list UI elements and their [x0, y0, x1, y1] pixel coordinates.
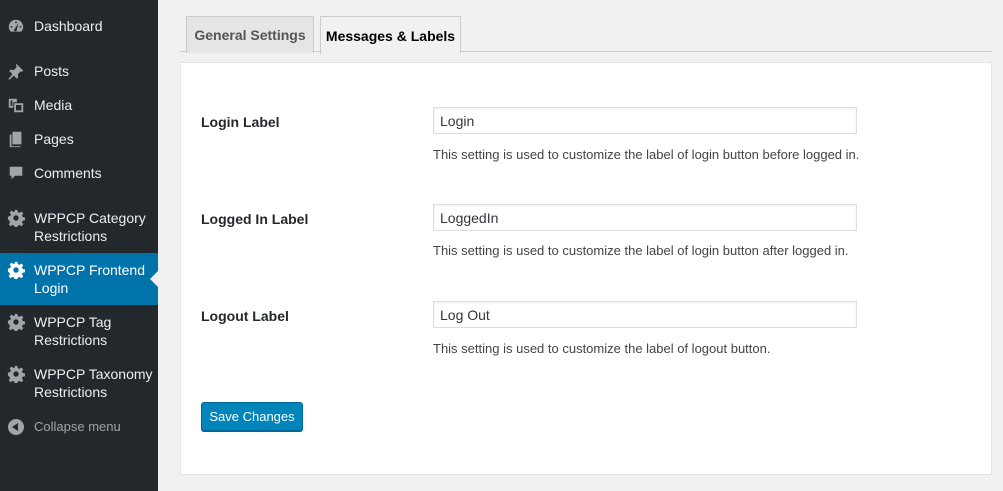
- save-changes-button[interactable]: Save Changes: [201, 402, 303, 431]
- dashboard-icon: [7, 17, 25, 35]
- sidebar-item-label: WPPCP Frontend Login: [34, 262, 146, 296]
- sidebar-item-label: WPPCP Tag Restrictions: [34, 314, 112, 348]
- media-icon: [7, 96, 25, 114]
- collapse-menu-label: Collapse menu: [34, 419, 121, 434]
- settings-tabs: General Settings Messages & Labels: [180, 14, 992, 54]
- collapse-menu-button[interactable]: Collapse menu: [0, 418, 158, 436]
- tab-messages-labels[interactable]: Messages & Labels: [320, 16, 461, 54]
- collapse-icon: [7, 418, 25, 436]
- gear-icon: [7, 209, 25, 227]
- sidebar-item-dashboard[interactable]: Dashboard: [0, 17, 158, 35]
- sidebar-item-label: Dashboard: [34, 18, 103, 34]
- tab-general-settings[interactable]: General Settings: [186, 16, 314, 53]
- sidebar-item-frontend-login[interactable]: WPPCP Frontend Login: [0, 253, 158, 305]
- logout-label-description: This setting is used to customize the la…: [433, 341, 771, 356]
- sidebar-item-pages[interactable]: Pages: [0, 130, 158, 148]
- sidebar-item-taxonomy-restrictions[interactable]: WPPCP Taxonomy Restrictions: [0, 365, 158, 401]
- sidebar-item-label: Posts: [34, 63, 70, 79]
- sidebar-item-label: Comments: [34, 165, 102, 181]
- logged-in-label-heading: Logged In Label: [201, 211, 309, 227]
- login-label-description: This setting is used to customize the la…: [433, 147, 860, 162]
- sidebar-item-label: WPPCP Taxonomy Restrictions: [34, 366, 153, 400]
- sidebar-item-category-restrictions[interactable]: WPPCP Category Restrictions: [0, 209, 158, 245]
- gear-icon: [7, 313, 25, 331]
- sidebar-item-posts[interactable]: Posts: [0, 62, 158, 80]
- sidebar-item-tag-restrictions[interactable]: WPPCP Tag Restrictions: [0, 313, 158, 349]
- gear-icon: [7, 365, 25, 383]
- settings-panel: Login Label This setting is used to cust…: [180, 62, 992, 475]
- login-label-input[interactable]: [433, 107, 857, 134]
- logout-label-heading: Logout Label: [201, 308, 289, 324]
- login-label-heading: Login Label: [201, 114, 280, 130]
- gear-icon: [7, 261, 25, 279]
- pin-icon: [7, 62, 25, 80]
- logout-label-input[interactable]: [433, 301, 857, 328]
- sidebar-item-label: Pages: [34, 131, 74, 147]
- comment-icon: [7, 164, 25, 182]
- admin-sidebar: Dashboard Posts Media Pages Comments WPP…: [0, 0, 158, 491]
- logged-in-label-input[interactable]: [433, 204, 857, 231]
- sidebar-item-media[interactable]: Media: [0, 96, 158, 114]
- sidebar-item-label: Media: [34, 97, 73, 113]
- logged-in-label-description: This setting is used to customize the la…: [433, 243, 849, 258]
- pages-icon: [7, 130, 25, 148]
- sidebar-item-label: WPPCP Category Restrictions: [34, 210, 146, 244]
- sidebar-item-comments[interactable]: Comments: [0, 164, 158, 182]
